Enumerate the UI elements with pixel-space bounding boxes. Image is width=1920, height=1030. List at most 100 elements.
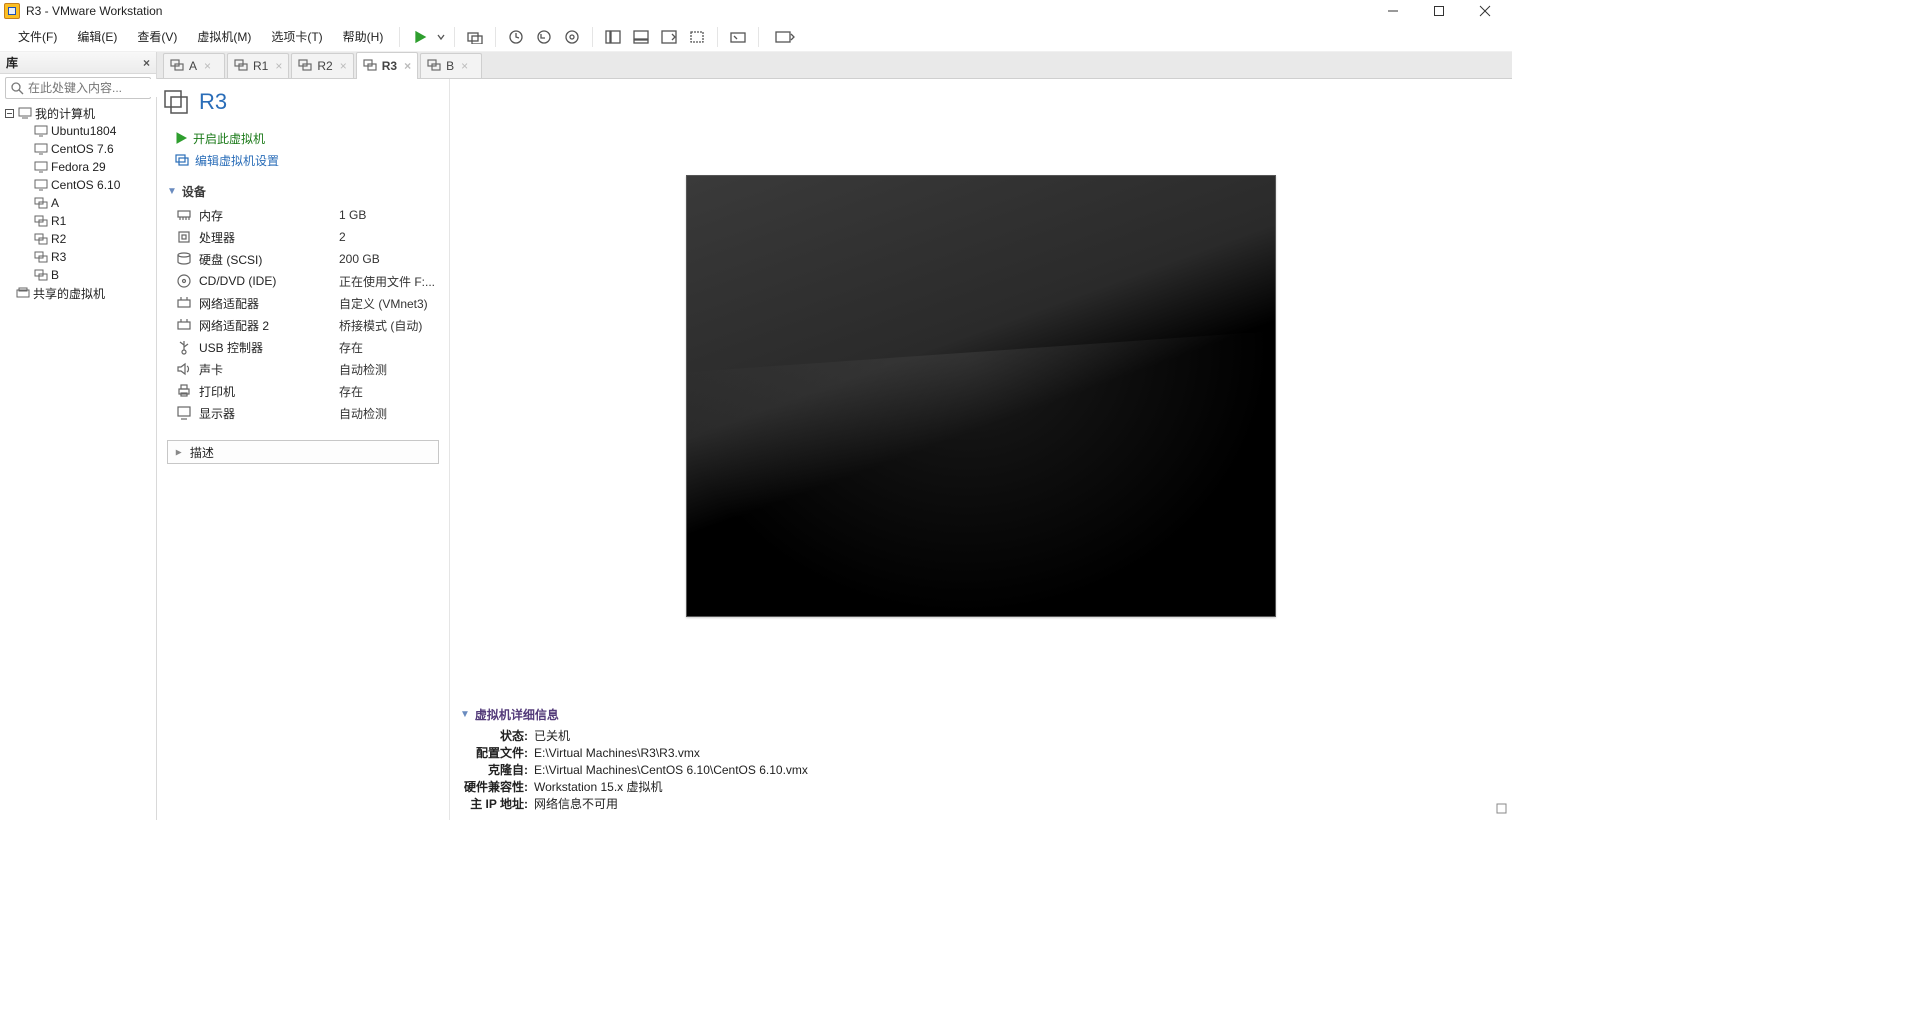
expand-icon: ▼ — [173, 447, 184, 457]
tree-label: 共享的虚拟机 — [33, 285, 105, 302]
menu-file[interactable]: 文件(F) — [8, 24, 67, 49]
resize-grip-icon[interactable] — [1494, 801, 1508, 818]
vm-icon — [163, 89, 189, 115]
unity-button[interactable] — [724, 25, 752, 49]
maximize-button[interactable] — [1416, 0, 1462, 22]
device-row[interactable]: 网络适配器 2桥接模式 (自动) — [175, 314, 449, 336]
description-box[interactable]: ▼ 描述 — [167, 440, 439, 464]
tree-node-b[interactable]: B — [4, 266, 156, 284]
devices-header[interactable]: ▼ 设备 — [157, 179, 449, 204]
vm-icon — [34, 160, 48, 174]
tab-close-icon[interactable]: × — [404, 59, 411, 73]
tab-close-icon[interactable]: × — [275, 59, 282, 73]
computer-icon — [18, 106, 32, 120]
snapshot-manager-button[interactable] — [558, 25, 586, 49]
device-value: 自动检测 — [339, 405, 387, 422]
tree-node-centos-7-6[interactable]: CentOS 7.6 — [4, 140, 156, 158]
tab-label: R3 — [382, 59, 397, 73]
view-library-button[interactable] — [599, 25, 627, 49]
device-row[interactable]: USB 控制器存在 — [175, 336, 449, 358]
menu-help[interactable]: 帮助(H) — [333, 24, 394, 49]
collapse-icon: ▼ — [167, 186, 177, 197]
tree-node-mycomputer[interactable]: 我的计算机 — [4, 104, 156, 122]
device-row[interactable]: 显示器自动检测 — [175, 402, 449, 424]
view-fullscreen-button[interactable] — [683, 25, 711, 49]
device-value: 200 GB — [339, 252, 380, 266]
tree-node-centos-6-10[interactable]: CentOS 6.10 — [4, 176, 156, 194]
tree-node-fedora-29[interactable]: Fedora 29 — [4, 158, 156, 176]
devices-header-label: 设备 — [182, 183, 206, 200]
device-row[interactable]: 内存1 GB — [175, 204, 449, 226]
menu-view[interactable]: 查看(V) — [127, 24, 187, 49]
power-on-button[interactable] — [406, 25, 434, 49]
menu-edit[interactable]: 编辑(E) — [67, 24, 127, 49]
device-label: 声卡 — [199, 361, 339, 378]
tree-label: R1 — [51, 214, 66, 228]
device-row[interactable]: 处理器2 — [175, 226, 449, 248]
view-thumbnail-button[interactable] — [627, 25, 655, 49]
vm-group-icon — [298, 59, 312, 73]
tab-a[interactable]: A× — [163, 53, 225, 78]
tab-r3[interactable]: R3 × — [356, 52, 418, 79]
device-row[interactable]: 硬盘 (SCSI)200 GB — [175, 248, 449, 270]
minimize-button[interactable] — [1370, 0, 1416, 22]
detail-row: 硬件兼容性:Workstation 15.x 虚拟机 — [450, 778, 1512, 795]
tab-r1[interactable]: R1× — [227, 53, 289, 78]
tab-close-icon[interactable]: × — [204, 59, 211, 73]
device-row[interactable]: 打印机存在 — [175, 380, 449, 402]
tree-node-r3[interactable]: R3 — [4, 248, 156, 266]
device-label: CD/DVD (IDE) — [199, 274, 339, 288]
device-value: 自动检测 — [339, 361, 387, 378]
library-search[interactable]: ▾ — [5, 77, 151, 99]
tree-node-shared[interactable]: 共享的虚拟机 — [4, 284, 156, 302]
library-close-icon[interactable]: × — [143, 56, 150, 70]
tree-node-ubuntu1804[interactable]: Ubuntu1804 — [4, 122, 156, 140]
tab-close-icon[interactable]: × — [340, 59, 347, 73]
device-row[interactable]: CD/DVD (IDE)正在使用文件 F:... — [175, 270, 449, 292]
tree-node-a[interactable]: A — [4, 194, 156, 212]
detail-label: 配置文件: — [460, 744, 528, 761]
tab-b[interactable]: B× — [420, 53, 482, 78]
device-value: 存在 — [339, 339, 363, 356]
view-console-button[interactable] — [655, 25, 683, 49]
expand-icon[interactable] — [4, 108, 15, 119]
tab-close-icon[interactable]: × — [461, 59, 468, 73]
snapshot-take-button[interactable] — [502, 25, 530, 49]
app-icon — [4, 3, 20, 19]
window-title: R3 - VMware Workstation — [26, 4, 162, 18]
device-value: 2 — [339, 230, 346, 244]
tree-label: Ubuntu1804 — [51, 124, 116, 138]
power-dropdown[interactable] — [434, 33, 448, 41]
device-label: 处理器 — [199, 229, 339, 246]
device-label: 网络适配器 — [199, 295, 339, 312]
library-panel: 库 × ▾ 我的计算机 Ubuntu1804 CentOS 7.6Fedora 2… — [0, 52, 157, 820]
tab-r2[interactable]: R2× — [291, 53, 353, 78]
memory-icon — [175, 207, 193, 223]
device-value: 1 GB — [339, 208, 366, 222]
library-header-label: 库 — [6, 54, 18, 71]
vm-screen-preview[interactable] — [686, 175, 1276, 617]
vm-details: ▼ 虚拟机详细信息 状态:已关机配置文件:E:\Virtual Machines… — [450, 702, 1512, 820]
menu-tabs[interactable]: 选项卡(T) — [261, 24, 332, 49]
snapshot-revert-button[interactable] — [530, 25, 558, 49]
vm-group-icon — [170, 59, 184, 73]
detail-value: E:\Virtual Machines\R3\R3.vmx — [534, 746, 700, 760]
menu-vm[interactable]: 虚拟机(M) — [187, 24, 261, 49]
details-header[interactable]: ▼ 虚拟机详细信息 — [450, 702, 1512, 727]
device-row[interactable]: 声卡自动检测 — [175, 358, 449, 380]
detail-label: 状态: — [460, 727, 528, 744]
device-row[interactable]: 网络适配器自定义 (VMnet3) — [175, 292, 449, 314]
device-label: 显示器 — [199, 405, 339, 422]
close-button[interactable] — [1462, 0, 1508, 22]
tree-node-r1[interactable]: R1 — [4, 212, 156, 230]
detail-value: Workstation 15.x 虚拟机 — [534, 778, 663, 795]
power-on-link[interactable]: 开启此虚拟机 — [175, 127, 449, 149]
stretch-button[interactable] — [765, 25, 805, 49]
tree-label: R2 — [51, 232, 66, 246]
tree-node-r2[interactable]: R2 — [4, 230, 156, 248]
sound-icon — [175, 361, 193, 377]
snapshot-button[interactable] — [461, 25, 489, 49]
edit-settings-link[interactable]: 编辑虚拟机设置 — [175, 149, 449, 171]
detail-label: 主 IP 地址: — [460, 795, 528, 812]
edit-settings-label: 编辑虚拟机设置 — [195, 152, 279, 169]
